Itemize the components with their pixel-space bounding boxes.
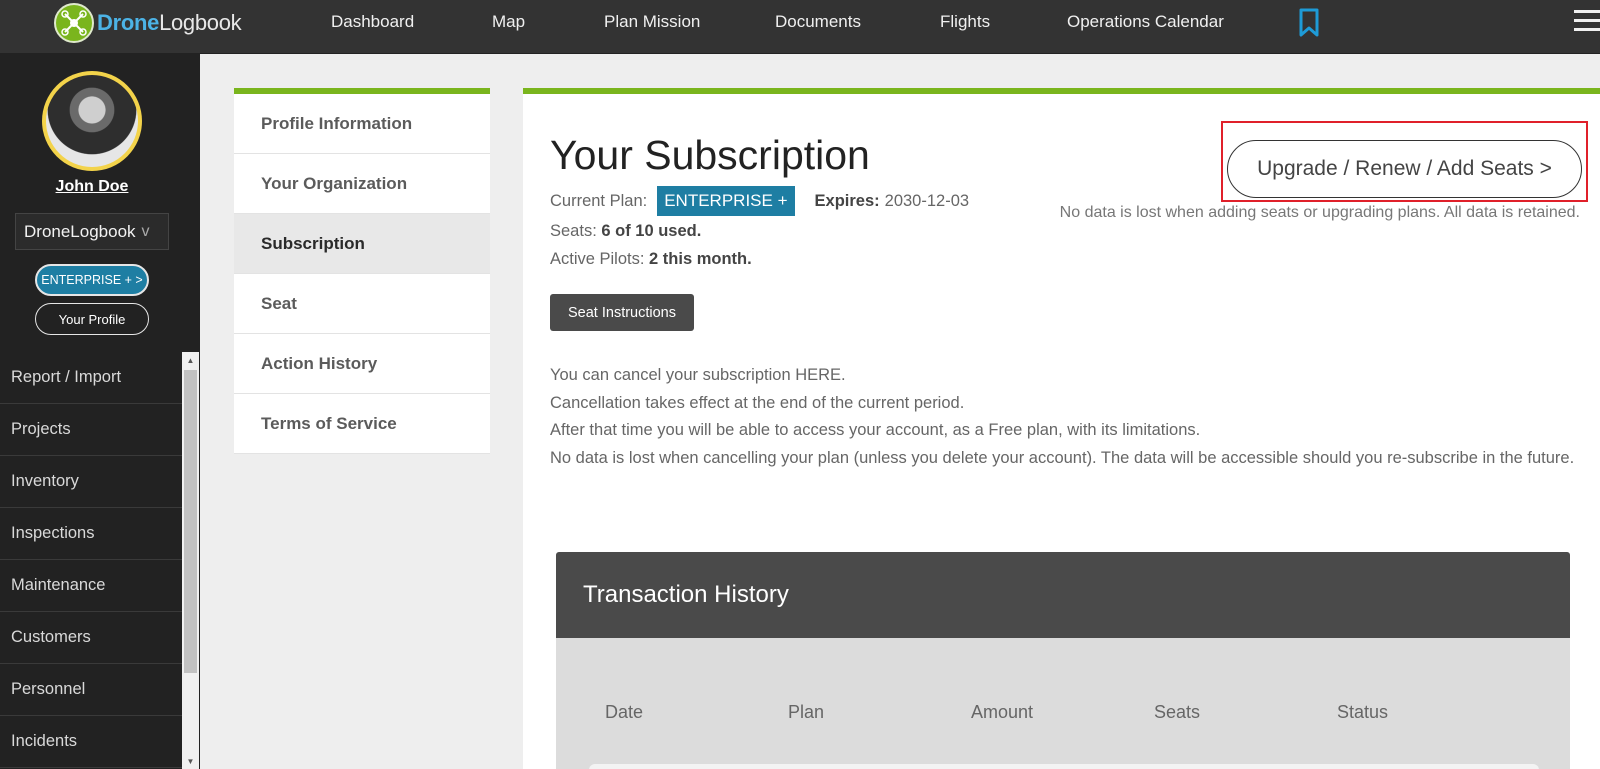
nav-operations-calendar[interactable]: Operations Calendar (1067, 12, 1224, 32)
sidebar-item-report-import[interactable]: Report / Import (0, 352, 182, 404)
cancellation-line: No data is lost when cancelling your pla… (550, 448, 1575, 467)
highlight-box (1221, 121, 1588, 202)
sidebar-item-personnel[interactable]: Personnel (0, 664, 182, 716)
cancellation-info: You can cancel your subscription HERE. C… (550, 362, 1580, 472)
nav-map[interactable]: Map (492, 12, 525, 32)
chevron-down-icon: v (141, 222, 150, 240)
scroll-down-arrow-icon[interactable]: ▼ (182, 755, 199, 769)
seat-instructions-button[interactable]: Seat Instructions (550, 294, 694, 331)
sidebar-item-incidents[interactable]: Incidents (0, 716, 182, 768)
top-navbar: DroneLogbook Dashboard Map Plan Mission … (0, 0, 1600, 54)
seats-label: Seats: (550, 222, 597, 240)
table-row (589, 764, 1539, 769)
sidebar-menu: Report / Import Projects Inventory Inspe… (0, 352, 182, 768)
seats-value: 6 of 10 used. (601, 222, 702, 240)
brand-name: DroneLogbook (97, 10, 242, 36)
tab-seat[interactable]: Seat (234, 274, 490, 334)
organization-select[interactable]: DroneLogbook v (15, 213, 169, 250)
sidebar-item-maintenance[interactable]: Maintenance (0, 560, 182, 612)
sidebar-item-customers[interactable]: Customers (0, 612, 182, 664)
hamburger-menu-icon[interactable] (1574, 10, 1600, 34)
nav-flights[interactable]: Flights (940, 12, 990, 32)
nav-plan-mission[interactable]: Plan Mission (604, 12, 700, 32)
brand-name-part1: Drone (97, 10, 160, 35)
tab-action-history[interactable]: Action History (234, 334, 490, 394)
cancellation-line: After that time you will be able to acce… (550, 421, 1201, 439)
current-plan-label: Current Plan: (550, 191, 648, 210)
transaction-history-title: Transaction History (556, 552, 1570, 638)
current-plan-badge: ENTERPRISE + (657, 186, 795, 216)
current-plan-line: Current Plan: ENTERPRISE + Expires: 2030… (550, 186, 969, 216)
column-seats[interactable]: Seats (1154, 702, 1200, 723)
bookmark-icon[interactable] (1298, 8, 1320, 43)
left-sidebar: John Doe DroneLogbook v ENTERPRISE + > Y… (0, 54, 200, 769)
subscription-panel: Your Subscription Current Plan: ENTERPRI… (523, 88, 1600, 769)
sidebar-item-inspections[interactable]: Inspections (0, 508, 182, 560)
seats-line: Seats: 6 of 10 used. (550, 222, 701, 241)
data-retained-note: No data is lost when adding seats or upg… (1059, 204, 1580, 221)
tab-subscription[interactable]: Subscription (234, 214, 490, 274)
sidebar-item-projects[interactable]: Projects (0, 404, 182, 456)
column-plan[interactable]: Plan (788, 702, 824, 723)
cancel-subscription-link[interactable]: You can cancel your subscription HERE. (550, 362, 1580, 390)
transaction-history: Transaction History Date Plan Amount Sea… (556, 552, 1570, 769)
plan-button[interactable]: ENTERPRISE + > (35, 264, 149, 296)
tab-profile-information[interactable]: Profile Information (234, 94, 490, 154)
user-name-link[interactable]: John Doe (0, 178, 184, 196)
page-title: Your Subscription (550, 132, 870, 178)
brand-name-part2: Logbook (159, 10, 242, 35)
expires-value: 2030-12-03 (884, 191, 970, 210)
sidebar-scrollbar[interactable]: ▲ ▼ (182, 352, 199, 769)
your-profile-button[interactable]: Your Profile (35, 303, 149, 335)
active-pilots-value: 2 this month. (649, 250, 752, 268)
settings-tabs: Profile Information Your Organization Su… (234, 88, 490, 454)
scroll-up-arrow-icon[interactable]: ▲ (182, 354, 199, 368)
app-logo[interactable]: DroneLogbook (54, 2, 242, 44)
drone-logo-icon (54, 3, 94, 43)
tab-terms-of-service[interactable]: Terms of Service (234, 394, 490, 454)
column-date[interactable]: Date (605, 702, 643, 723)
organization-select-value: DroneLogbook (24, 221, 136, 241)
cancellation-line: Cancellation takes effect at the end of … (550, 393, 965, 412)
nav-dashboard[interactable]: Dashboard (331, 12, 414, 32)
scrollbar-thumb[interactable] (184, 370, 197, 673)
column-amount[interactable]: Amount (971, 702, 1033, 723)
nav-documents[interactable]: Documents (775, 12, 861, 32)
column-status[interactable]: Status (1337, 702, 1388, 723)
tab-your-organization[interactable]: Your Organization (234, 154, 490, 214)
expires-label: Expires: (814, 191, 880, 210)
active-pilots-label: Active Pilots: (550, 250, 645, 268)
avatar-photo (46, 75, 138, 167)
active-pilots-line: Active Pilots: 2 this month. (550, 250, 752, 269)
avatar[interactable] (42, 71, 142, 171)
sidebar-item-inventory[interactable]: Inventory (0, 456, 182, 508)
